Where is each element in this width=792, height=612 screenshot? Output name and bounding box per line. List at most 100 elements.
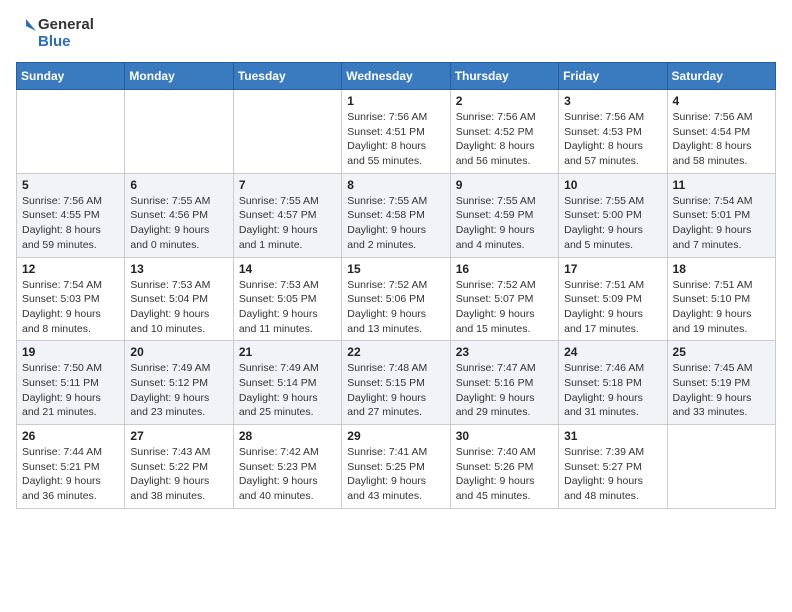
- calendar-cell: 29 Sunrise: 7:41 AM Sunset: 5:25 PM Dayli…: [342, 425, 450, 509]
- page-header: General Blue: [16, 16, 776, 50]
- day-info: Sunrise: 7:49 AM Sunset: 5:12 PM Dayligh…: [130, 361, 227, 420]
- logo-general-text: General: [38, 16, 94, 33]
- day-of-week-header: Monday: [125, 63, 233, 90]
- day-info: Sunrise: 7:41 AM Sunset: 5:25 PM Dayligh…: [347, 445, 444, 504]
- day-number: 27: [130, 429, 227, 443]
- calendar-week-row: 1 Sunrise: 7:56 AM Sunset: 4:51 PM Daylig…: [17, 90, 776, 174]
- day-info: Sunrise: 7:43 AM Sunset: 5:22 PM Dayligh…: [130, 445, 227, 504]
- day-number: 1: [347, 94, 444, 108]
- day-number: 31: [564, 429, 661, 443]
- calendar-cell: 19 Sunrise: 7:50 AM Sunset: 5:11 PM Dayli…: [17, 341, 125, 425]
- day-number: 14: [239, 262, 336, 276]
- day-number: 28: [239, 429, 336, 443]
- day-number: 29: [347, 429, 444, 443]
- calendar-body: 1 Sunrise: 7:56 AM Sunset: 4:51 PM Daylig…: [17, 90, 776, 509]
- day-info: Sunrise: 7:51 AM Sunset: 5:09 PM Dayligh…: [564, 278, 661, 337]
- calendar-cell: 26 Sunrise: 7:44 AM Sunset: 5:21 PM Dayli…: [17, 425, 125, 509]
- calendar-week-row: 5 Sunrise: 7:56 AM Sunset: 4:55 PM Daylig…: [17, 173, 776, 257]
- calendar-cell: 11Sunrise: 7:54 AM Sunset: 5:01 PM Dayli…: [667, 173, 775, 257]
- day-info: Sunrise: 7:44 AM Sunset: 5:21 PM Dayligh…: [22, 445, 119, 504]
- calendar-cell: 13 Sunrise: 7:53 AM Sunset: 5:04 PM Dayli…: [125, 257, 233, 341]
- calendar-cell: [125, 90, 233, 174]
- calendar-cell: 9Sunrise: 7:55 AM Sunset: 4:59 PM Daylig…: [450, 173, 558, 257]
- day-info: Sunrise: 7:55 AM Sunset: 4:59 PM Dayligh…: [456, 194, 553, 253]
- day-number: 17: [564, 262, 661, 276]
- day-number: 22: [347, 345, 444, 359]
- day-of-week-header: Tuesday: [233, 63, 341, 90]
- day-number: 5: [22, 178, 119, 192]
- day-info: Sunrise: 7:56 AM Sunset: 4:55 PM Dayligh…: [22, 194, 119, 253]
- calendar-cell: [233, 90, 341, 174]
- logo-blue-text: Blue: [38, 33, 94, 50]
- day-of-week-header: Wednesday: [342, 63, 450, 90]
- day-info: Sunrise: 7:42 AM Sunset: 5:23 PM Dayligh…: [239, 445, 336, 504]
- calendar-cell: 16Sunrise: 7:52 AM Sunset: 5:07 PM Dayli…: [450, 257, 558, 341]
- day-info: Sunrise: 7:39 AM Sunset: 5:27 PM Dayligh…: [564, 445, 661, 504]
- day-number: 25: [673, 345, 770, 359]
- calendar-cell: 12Sunrise: 7:54 AM Sunset: 5:03 PM Dayli…: [17, 257, 125, 341]
- day-number: 21: [239, 345, 336, 359]
- day-info: Sunrise: 7:56 AM Sunset: 4:51 PM Dayligh…: [347, 110, 444, 169]
- calendar-cell: 8 Sunrise: 7:55 AM Sunset: 4:58 PM Daylig…: [342, 173, 450, 257]
- day-header-row: SundayMondayTuesdayWednesdayThursdayFrid…: [17, 63, 776, 90]
- day-info: Sunrise: 7:56 AM Sunset: 4:52 PM Dayligh…: [456, 110, 553, 169]
- day-info: Sunrise: 7:49 AM Sunset: 5:14 PM Dayligh…: [239, 361, 336, 420]
- day-number: 19: [22, 345, 119, 359]
- calendar-cell: 25 Sunrise: 7:45 AM Sunset: 5:19 PM Dayli…: [667, 341, 775, 425]
- day-info: Sunrise: 7:56 AM Sunset: 4:53 PM Dayligh…: [564, 110, 661, 169]
- day-number: 2: [456, 94, 553, 108]
- day-of-week-header: Saturday: [667, 63, 775, 90]
- day-info: Sunrise: 7:53 AM Sunset: 5:05 PM Dayligh…: [239, 278, 336, 337]
- calendar-cell: 2 Sunrise: 7:56 AM Sunset: 4:52 PM Daylig…: [450, 90, 558, 174]
- logo-bird-icon: [16, 19, 36, 47]
- calendar-cell: 30Sunrise: 7:40 AM Sunset: 5:26 PM Dayli…: [450, 425, 558, 509]
- day-number: 8: [347, 178, 444, 192]
- calendar-table: SundayMondayTuesdayWednesdayThursdayFrid…: [16, 62, 776, 509]
- calendar-cell: 17 Sunrise: 7:51 AM Sunset: 5:09 PM Dayli…: [559, 257, 667, 341]
- day-of-week-header: Friday: [559, 63, 667, 90]
- calendar-cell: 31 Sunrise: 7:39 AM Sunset: 5:27 PM Dayli…: [559, 425, 667, 509]
- calendar-cell: 22 Sunrise: 7:48 AM Sunset: 5:15 PM Dayli…: [342, 341, 450, 425]
- day-info: Sunrise: 7:53 AM Sunset: 5:04 PM Dayligh…: [130, 278, 227, 337]
- day-info: Sunrise: 7:55 AM Sunset: 5:00 PM Dayligh…: [564, 194, 661, 253]
- day-number: 18: [673, 262, 770, 276]
- calendar-cell: 18 Sunrise: 7:51 AM Sunset: 5:10 PM Dayli…: [667, 257, 775, 341]
- calendar-cell: 23Sunrise: 7:47 AM Sunset: 5:16 PM Dayli…: [450, 341, 558, 425]
- calendar-cell: 21 Sunrise: 7:49 AM Sunset: 5:14 PM Dayli…: [233, 341, 341, 425]
- calendar-cell: 28 Sunrise: 7:42 AM Sunset: 5:23 PM Dayli…: [233, 425, 341, 509]
- day-info: Sunrise: 7:40 AM Sunset: 5:26 PM Dayligh…: [456, 445, 553, 504]
- day-info: Sunrise: 7:51 AM Sunset: 5:10 PM Dayligh…: [673, 278, 770, 337]
- calendar-cell: 1 Sunrise: 7:56 AM Sunset: 4:51 PM Daylig…: [342, 90, 450, 174]
- day-number: 20: [130, 345, 227, 359]
- calendar-cell: [17, 90, 125, 174]
- day-info: Sunrise: 7:55 AM Sunset: 4:58 PM Dayligh…: [347, 194, 444, 253]
- day-of-week-header: Thursday: [450, 63, 558, 90]
- calendar-cell: 4 Sunrise: 7:56 AM Sunset: 4:54 PM Daylig…: [667, 90, 775, 174]
- day-number: 4: [673, 94, 770, 108]
- logo: General Blue: [16, 16, 94, 50]
- day-info: Sunrise: 7:56 AM Sunset: 4:54 PM Dayligh…: [673, 110, 770, 169]
- calendar-week-row: 19 Sunrise: 7:50 AM Sunset: 5:11 PM Dayli…: [17, 341, 776, 425]
- calendar-cell: 24Sunrise: 7:46 AM Sunset: 5:18 PM Dayli…: [559, 341, 667, 425]
- calendar-cell: 6Sunrise: 7:55 AM Sunset: 4:56 PM Daylig…: [125, 173, 233, 257]
- calendar-cell: [667, 425, 775, 509]
- day-info: Sunrise: 7:45 AM Sunset: 5:19 PM Dayligh…: [673, 361, 770, 420]
- calendar-cell: 5 Sunrise: 7:56 AM Sunset: 4:55 PM Daylig…: [17, 173, 125, 257]
- calendar-cell: 10Sunrise: 7:55 AM Sunset: 5:00 PM Dayli…: [559, 173, 667, 257]
- calendar-cell: 20 Sunrise: 7:49 AM Sunset: 5:12 PM Dayli…: [125, 341, 233, 425]
- calendar-cell: 3Sunrise: 7:56 AM Sunset: 4:53 PM Daylig…: [559, 90, 667, 174]
- day-number: 23: [456, 345, 553, 359]
- day-info: Sunrise: 7:52 AM Sunset: 5:06 PM Dayligh…: [347, 278, 444, 337]
- day-info: Sunrise: 7:50 AM Sunset: 5:11 PM Dayligh…: [22, 361, 119, 420]
- day-number: 13: [130, 262, 227, 276]
- day-info: Sunrise: 7:46 AM Sunset: 5:18 PM Dayligh…: [564, 361, 661, 420]
- day-info: Sunrise: 7:48 AM Sunset: 5:15 PM Dayligh…: [347, 361, 444, 420]
- day-of-week-header: Sunday: [17, 63, 125, 90]
- day-number: 26: [22, 429, 119, 443]
- day-number: 15: [347, 262, 444, 276]
- day-number: 7: [239, 178, 336, 192]
- calendar-header: SundayMondayTuesdayWednesdayThursdayFrid…: [17, 63, 776, 90]
- calendar-cell: 15 Sunrise: 7:52 AM Sunset: 5:06 PM Dayli…: [342, 257, 450, 341]
- day-info: Sunrise: 7:54 AM Sunset: 5:03 PM Dayligh…: [22, 278, 119, 337]
- day-number: 16: [456, 262, 553, 276]
